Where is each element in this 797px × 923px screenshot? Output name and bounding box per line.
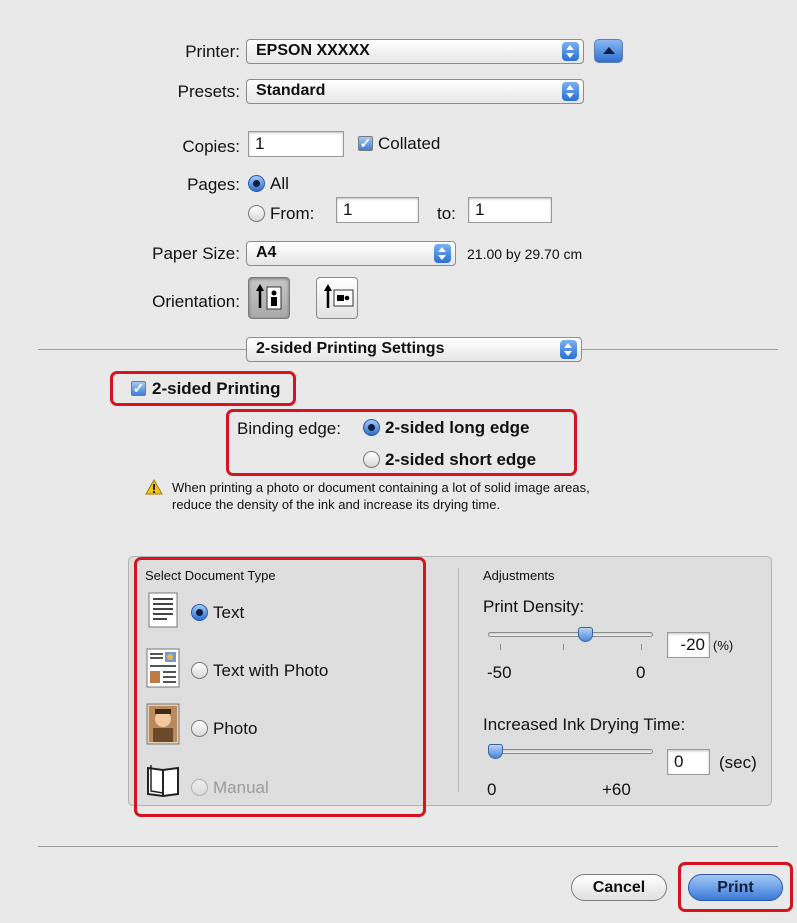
doc-type-manual-label: Manual [213,778,269,797]
ink-drying-time-slider[interactable] [488,749,653,754]
collated-checkbox[interactable]: ✓ [358,136,373,151]
adjustments-title: Adjustments [483,568,555,583]
pages-from-radio[interactable] [248,205,265,222]
binding-long-edge-radio[interactable] [363,419,380,436]
paper-size-popup[interactable]: A4 [246,241,456,266]
copies-label: Copies: [182,137,240,156]
text-with-photo-icon [146,648,180,688]
doc-type-manual-radio[interactable] [191,779,208,796]
panel-menu-value: 2-sided Printing Settings [256,340,445,357]
pages-all-radio[interactable] [248,175,265,192]
doc-type-photo-radio[interactable] [191,720,208,737]
binding-short-edge-radio[interactable] [363,451,380,468]
print-density-max-label: 0 [636,663,646,682]
print-button[interactable]: Print [688,874,783,901]
doc-type-text-with-photo-label: Text with Photo [213,661,329,680]
print-density-label: Print Density: [483,597,585,616]
print-density-slider[interactable] [488,632,653,637]
paper-dimensions: 21.00 by 29.70 cm [467,246,583,262]
popup-arrows-icon [562,42,579,61]
print-density-slider-thumb[interactable] [578,627,593,642]
chevron-up-icon [603,47,615,54]
manual-book-icon [147,765,179,798]
doc-type-text-label: Text [213,603,245,622]
photo-icon [146,703,180,745]
doc-type-text-radio[interactable] [191,604,208,621]
ink-drying-time-min-label: 0 [487,780,497,799]
doc-type-photo-label: Photo [213,719,258,738]
landscape-orientation-button[interactable] [316,277,358,319]
warning-line-1: When printing a photo or document contai… [172,480,590,495]
copies-input[interactable]: 1 [248,131,344,157]
printer-value: EPSON XXXXX [256,42,370,59]
pages-to-label: to: [437,204,456,223]
paper-size-value: A4 [256,244,277,261]
pages-label: Pages: [187,175,240,194]
popup-arrows-icon [562,82,579,101]
slider-tick [500,644,501,650]
document-type-title: Select Document Type [145,568,276,583]
binding-edge-label: Binding edge: [237,419,341,438]
ink-drying-time-label: Increased Ink Drying Time: [483,715,686,734]
print-density-input[interactable]: -20 [667,632,710,658]
popup-arrows-icon [560,340,577,359]
bottom-divider [38,846,778,847]
print-density-unit: (%) [713,638,734,653]
two-sided-printing-checkbox[interactable]: ✓ [131,381,146,396]
warning-line-2: reduce the density of the ink and increa… [172,497,501,512]
slider-tick [641,644,642,650]
presets-value: Standard [256,82,326,99]
ink-drying-time-unit: (sec) [719,753,757,772]
portrait-orientation-button[interactable] [248,277,290,319]
panel-menu-popup[interactable]: 2-sided Printing Settings [246,337,582,362]
ink-drying-time-slider-thumb[interactable] [488,744,503,759]
pages-to-input[interactable]: 1 [468,197,552,223]
collated-label: Collated [378,134,441,153]
ink-drying-time-input[interactable]: 0 [667,749,710,775]
presets-popup[interactable]: Standard [246,79,584,104]
portrait-orientation-icon [256,284,282,310]
printer-popup[interactable]: EPSON XXXXX [246,39,584,64]
warning-icon [145,479,163,495]
doc-type-text-with-photo-radio[interactable] [191,662,208,679]
ink-drying-time-max-label: +60 [602,780,631,799]
printer-label: Printer: [185,42,240,61]
text-document-icon [148,592,178,628]
collapse-details-button[interactable] [594,39,623,63]
popup-arrows-icon [434,244,451,263]
pages-from-label: From: [270,204,315,223]
binding-long-edge-label: 2-sided long edge [385,418,530,437]
pages-from-input[interactable]: 1 [336,197,419,223]
print-density-min-label: -50 [487,663,512,682]
pages-all-label: All [270,174,289,193]
two-sided-printing-label: 2-sided Printing [152,379,281,398]
landscape-orientation-icon [324,284,354,308]
slider-tick [563,644,564,650]
paper-size-label: Paper Size: [152,244,240,263]
binding-short-edge-label: 2-sided short edge [385,450,537,469]
orientation-label: Orientation: [152,292,240,311]
presets-label: Presets: [177,82,240,101]
group-separator [458,568,459,792]
cancel-button[interactable]: Cancel [571,874,667,901]
